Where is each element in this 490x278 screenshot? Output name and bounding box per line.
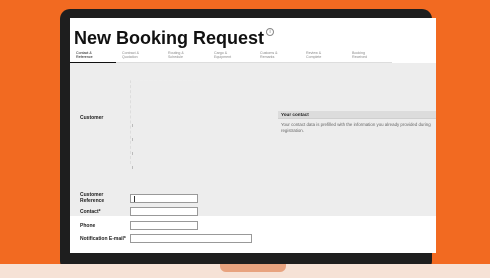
customer-reference-label: Customer Reference: [80, 192, 105, 204]
step-contract-quotation[interactable]: Contract & Quotation: [116, 50, 162, 63]
step-contact-reference[interactable]: Contact & Reference: [70, 50, 116, 63]
booking-steps: Contact & Reference Contract & Quotation…: [70, 50, 436, 63]
phone-field[interactable]: [130, 221, 198, 230]
step-booking-received[interactable]: Booking Received: [346, 50, 392, 63]
phone-label: Phone: [80, 223, 96, 229]
info-text: Your contact data is prefilled with the …: [281, 122, 431, 133]
step-customs-remarks[interactable]: Customs & Remarks: [254, 50, 300, 63]
customer-label: Customer: [80, 115, 104, 121]
notification-email-field[interactable]: [130, 234, 252, 243]
contact-label: Contact*: [80, 209, 101, 215]
contact-field[interactable]: [130, 207, 198, 216]
customer-reference-field[interactable]: [130, 194, 198, 203]
notification-email-label: Notification E-mail*: [80, 236, 126, 242]
step-review-complete[interactable]: Review & Complete: [300, 50, 346, 63]
customer-list-placeholder: [132, 124, 133, 180]
step-routing-schedule[interactable]: Routing & Schedule: [162, 50, 208, 63]
info-header: Your contact: [278, 111, 436, 119]
customer-selector[interactable]: [130, 80, 201, 164]
laptop-screen: New Booking Request i Contact & Reference…: [70, 18, 436, 253]
your-contact-info: Your contact Your contact data is prefil…: [278, 111, 436, 145]
text-cursor: [134, 196, 135, 202]
laptop-notch: [220, 264, 286, 272]
info-icon[interactable]: i: [266, 28, 275, 36]
content-bottom-strip: [70, 216, 436, 253]
step-cargo-equipment[interactable]: Cargo & Equipment: [208, 50, 254, 63]
page-title: New Booking Request i: [74, 28, 275, 49]
